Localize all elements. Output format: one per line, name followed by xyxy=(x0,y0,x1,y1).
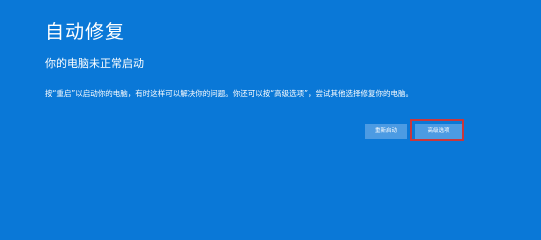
restart-button[interactable]: 重新启动 xyxy=(365,124,407,139)
page-title: 自动修复 xyxy=(45,21,126,43)
automatic-repair-screen: 自动修复 你的电脑未正常启动 按“重启”以启动你的电脑，有时这样可以解决你的问题… xyxy=(0,0,541,219)
advanced-options-button[interactable]: 高级选项 xyxy=(415,124,462,139)
instruction-message: 按“重启”以启动你的电脑，有时这样可以解决你的问题。你还可以按“高级选项”，尝试… xyxy=(45,89,414,98)
page-subtitle: 你的电脑未正常启动 xyxy=(45,57,144,70)
